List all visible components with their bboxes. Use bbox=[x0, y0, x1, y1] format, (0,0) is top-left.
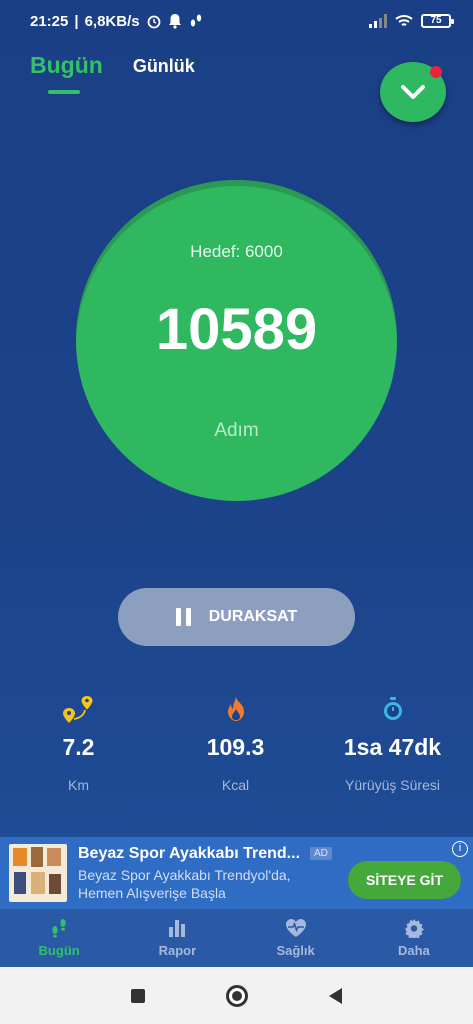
stat-duration-value: 1sa 47dk bbox=[343, 734, 442, 760]
bar-chart-icon bbox=[169, 920, 186, 937]
step-goal: Hedef: 6000 bbox=[190, 242, 283, 261]
step-count: 10589 bbox=[155, 297, 318, 362]
ad-title: Beyaz Spor Ayakkabı Trend... bbox=[78, 844, 301, 862]
nav-item-health[interactable]: Sağlık bbox=[237, 909, 355, 967]
stat-distance: 7.2 Km bbox=[0, 694, 157, 793]
ad-product-image[interactable] bbox=[9, 844, 67, 902]
system-nav-bar bbox=[0, 967, 473, 1024]
heart-pulse-icon bbox=[285, 919, 306, 937]
ad-cta-button[interactable]: SİTEYE GİT bbox=[348, 861, 461, 899]
stat-calories-value: 109.3 bbox=[206, 734, 265, 760]
chevron-down-icon bbox=[401, 85, 425, 99]
expand-button[interactable] bbox=[380, 62, 446, 122]
home-icon[interactable] bbox=[225, 984, 248, 1007]
stat-duration-label: Yürüyüş Süresi bbox=[345, 777, 440, 793]
nav-label-more: Daha bbox=[397, 943, 430, 958]
bottom-nav: Bugün Rapor Sağlık Daha bbox=[0, 909, 473, 967]
gear-icon bbox=[404, 919, 424, 938]
nav-label-health: Sağlık bbox=[276, 943, 315, 958]
back-icon[interactable] bbox=[329, 987, 343, 1004]
ad-info-icon[interactable]: i bbox=[452, 841, 468, 857]
ad-description: Beyaz Spor Ayakkabı Trendyol'da, Hemen A… bbox=[78, 866, 291, 901]
footsteps-status-icon bbox=[190, 14, 201, 27]
pause-button-label: DURAKSAT bbox=[208, 608, 298, 625]
ad-badge: AD bbox=[310, 847, 332, 860]
pause-button[interactable]: DURAKSAT bbox=[118, 588, 355, 646]
stat-distance-value: 7.2 bbox=[62, 734, 95, 760]
footsteps-icon bbox=[52, 919, 66, 938]
pause-icon bbox=[175, 608, 191, 626]
tab-today[interactable]: Bugün bbox=[30, 52, 103, 94]
tab-daily[interactable]: Günlük bbox=[133, 56, 195, 79]
stat-duration: 1sa 47dk Yürüyüş Süresi bbox=[314, 694, 471, 793]
location-pins-icon bbox=[62, 696, 92, 723]
stopwatch-icon bbox=[383, 697, 402, 720]
wifi-icon bbox=[395, 15, 413, 26]
status-time: 21:25 bbox=[30, 12, 69, 30]
flame-icon bbox=[227, 697, 244, 721]
alarm-icon bbox=[147, 15, 161, 29]
stat-distance-label: Km bbox=[68, 777, 89, 793]
recent-apps-icon[interactable] bbox=[130, 988, 145, 1003]
ad-banner[interactable]: Beyaz Spor Ayakkabı Trend... AD Beyaz Sp… bbox=[0, 837, 473, 909]
bell-icon bbox=[168, 14, 181, 29]
top-tabs: Bugün Günlük bbox=[30, 52, 195, 94]
notification-dot bbox=[430, 66, 442, 78]
status-network-speed: 6,8KB/s bbox=[84, 12, 140, 30]
stats-row: 7.2 Km 109.3 Kcal 1sa 47dk Yürüyüş Süres… bbox=[0, 694, 473, 793]
nav-item-more[interactable]: Daha bbox=[355, 909, 473, 967]
nav-label-today: Bugün bbox=[38, 943, 80, 958]
signal-icon bbox=[369, 14, 387, 28]
nav-label-report: Rapor bbox=[158, 943, 197, 958]
step-progress-circle: Hedef: 6000 10589 Adım bbox=[76, 180, 397, 501]
step-unit: Adım bbox=[214, 420, 259, 441]
battery-icon: 75 bbox=[421, 14, 454, 28]
stat-calories: 109.3 Kcal bbox=[157, 694, 314, 793]
nav-item-report[interactable]: Rapor bbox=[118, 909, 236, 967]
nav-item-today[interactable]: Bugün bbox=[0, 909, 118, 967]
status-bar: 21:25 | 6,8KB/s 75 bbox=[0, 0, 473, 42]
stat-calories-label: Kcal bbox=[221, 777, 250, 793]
